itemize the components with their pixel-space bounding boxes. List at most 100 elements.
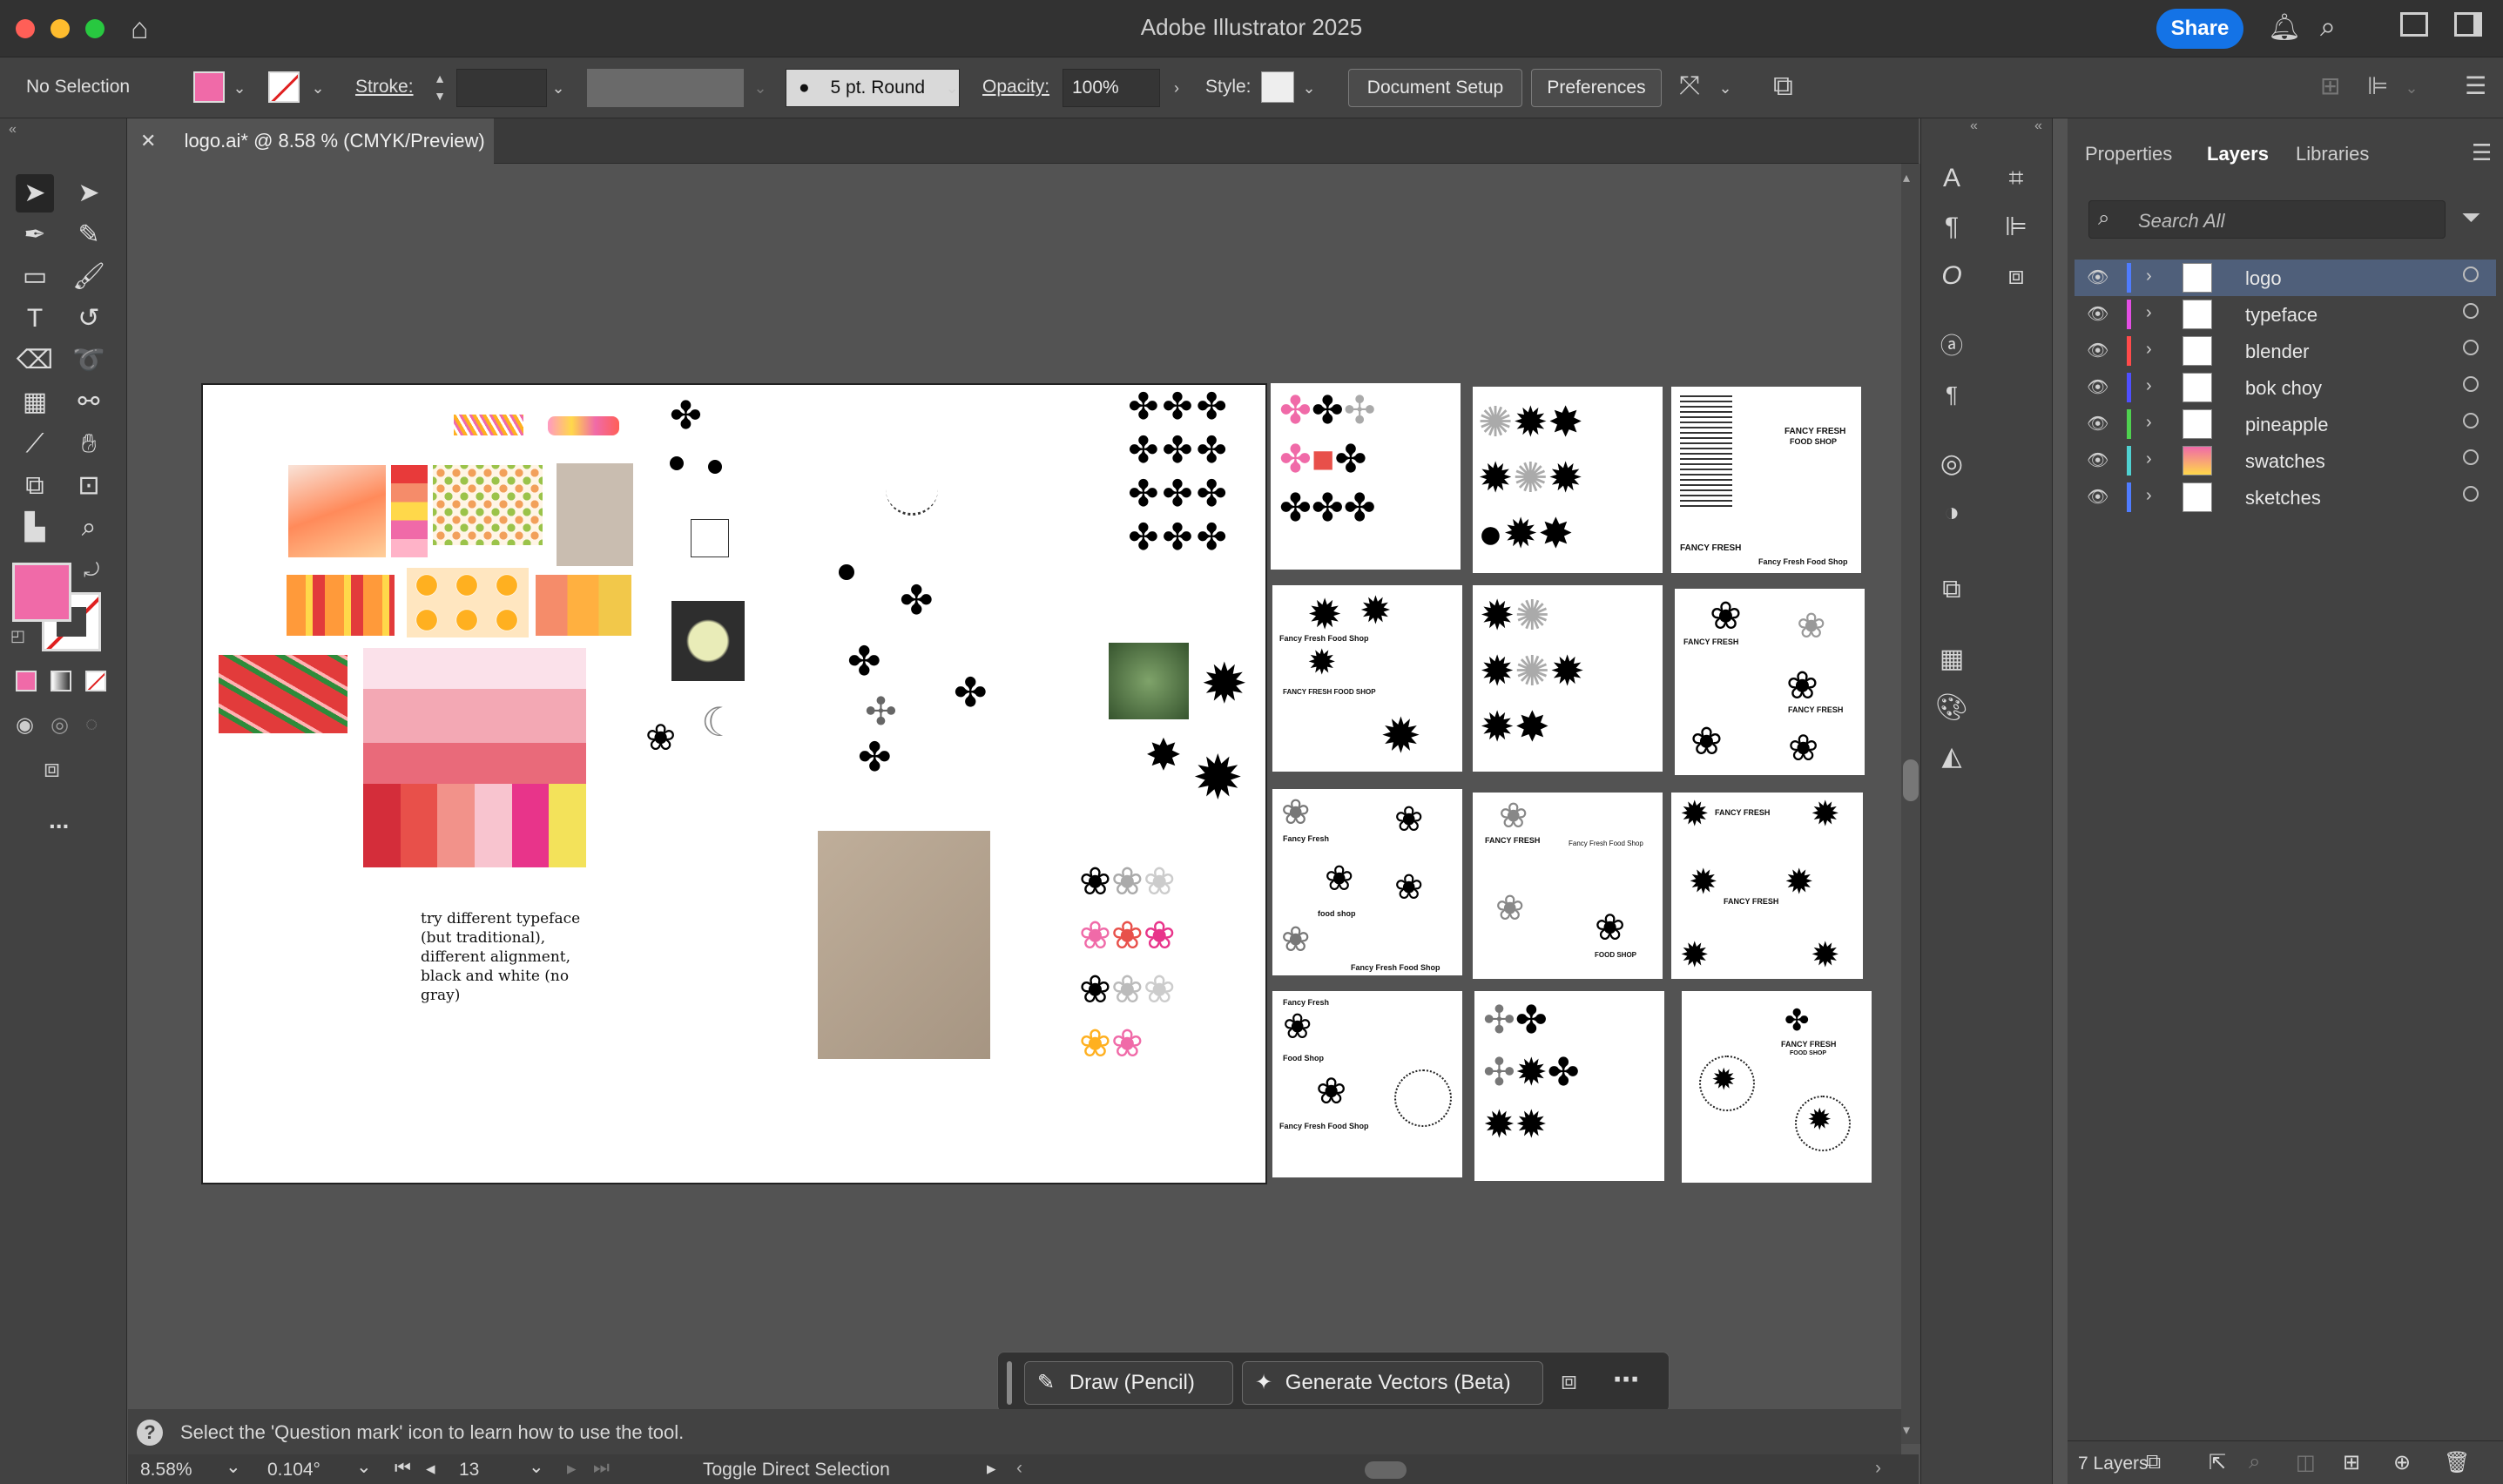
stroke-stepper[interactable]: ▲ ▼ [430, 70, 449, 106]
layer-row-logo[interactable]: 👁︎ › logo [2075, 260, 2496, 296]
artboard-logo-2[interactable]: ✺✹✸ ✹✺✹ ●✹✸ [1473, 387, 1663, 573]
preferences-button[interactable]: Preferences [1531, 69, 1662, 107]
gradient-tool-icon[interactable]: ▦ [16, 383, 54, 422]
stroke-none-swatch[interactable] [268, 71, 300, 103]
screen-mode-icon[interactable]: ⧈ [44, 754, 60, 784]
transform-icon[interactable]: ⤧ [1679, 71, 1700, 101]
draw-behind-icon[interactable]: ◎ [51, 712, 69, 738]
symbols-icon[interactable]: ◑ [1930, 491, 1973, 535]
artboard-logo-3[interactable]: FANCY FRESH FOOD SHOP FANCY FRESH Fancy … [1671, 387, 1861, 573]
opacity-label[interactable]: Opacity: [982, 77, 1049, 98]
expand-arrow-icon[interactable]: › [2146, 376, 2152, 396]
direct-selection-tool-icon[interactable]: ➤ [70, 174, 108, 212]
chevron-right-icon[interactable]: › [1165, 73, 1188, 103]
style-swatch[interactable] [1261, 71, 1294, 103]
graph-tool-icon[interactable]: ▙ [16, 509, 54, 547]
layer-row-sketches[interactable]: 👁︎ › sketches [2075, 479, 2496, 516]
search-icon[interactable]: ⌕ [2320, 10, 2336, 44]
moodboard-artboard[interactable]: try different typeface (but traditional)… [201, 383, 1267, 1184]
expand-arrow-icon[interactable]: › [2146, 413, 2152, 433]
gradient-panel-icon[interactable]: ◭ [1930, 735, 1973, 779]
recolor-icon[interactable]: ⧉ [1773, 70, 1793, 103]
pen-tool-icon[interactable]: ✒ [16, 216, 54, 254]
target-circle-icon[interactable] [2463, 266, 2479, 282]
layer-row-pineapple[interactable]: 👁︎ › pineapple [2075, 406, 2496, 442]
stroke-label[interactable]: Stroke: [355, 77, 414, 98]
lasso-tool-icon[interactable]: ➰ [70, 341, 108, 380]
close-tab-icon[interactable]: ✕ [140, 130, 156, 152]
scroll-left-icon[interactable]: ‹ [1016, 1458, 1022, 1479]
artboard-logo-11[interactable]: ✣✤ ✣✹✤ ✹✹ [1474, 991, 1664, 1181]
target-circle-icon[interactable] [2463, 376, 2479, 392]
zoom-tool-icon[interactable]: ⌕ [70, 509, 108, 547]
artboard-number-field[interactable]: 13 [459, 1460, 520, 1482]
more-options-icon[interactable]: ⋯ [1613, 1365, 1639, 1395]
scroll-down-icon[interactable]: ▾ [1903, 1421, 1910, 1439]
layer-row-swatches[interactable]: 👁︎ › swatches [2075, 442, 2496, 479]
artboard-logo-7[interactable]: ❀ Fancy Fresh ❀ ❀ food shop ❀ ❀ Fancy Fr… [1272, 789, 1462, 975]
target-circle-icon[interactable] [2463, 303, 2479, 319]
chevron-down-icon[interactable]: ⌄ [356, 1456, 372, 1478]
artboard-logo-8[interactable]: ❀ FANCY FRESH Fancy Fresh Food Shop ❀ ❀ … [1473, 793, 1663, 979]
color-mode-button[interactable] [16, 671, 37, 691]
question-mark-icon[interactable]: ? [137, 1420, 163, 1446]
visibility-eye-icon[interactable]: 👁︎ [2087, 266, 2108, 288]
tab-libraries[interactable]: Libraries [2296, 143, 2369, 165]
collapse-strip-icon[interactable]: « [1970, 118, 1978, 134]
chevron-down-icon[interactable]: ⌄ [941, 73, 963, 103]
visibility-eye-icon[interactable]: 👁︎ [2087, 486, 2108, 508]
clipping-mask-icon[interactable]: ◫ [2296, 1450, 2316, 1475]
layer-row-typeface[interactable]: 👁︎ › typeface [2075, 296, 2496, 333]
chevron-down-icon[interactable]: ⌄ [547, 73, 570, 103]
swatches-icon[interactable]: ▦ [1930, 637, 1973, 681]
expand-arrow-icon[interactable]: › [2146, 266, 2152, 287]
expand-arrow-icon[interactable]: › [2146, 486, 2152, 506]
eraser-tool-icon[interactable]: ⌫ [16, 341, 54, 380]
paragraph-icon[interactable]: ¶ [1930, 206, 1973, 249]
paintbrush-tool-icon[interactable]: 🖌︎ [70, 258, 108, 296]
target-circle-icon[interactable] [2463, 413, 2479, 428]
chevron-down-icon[interactable]: ⌄ [228, 73, 251, 103]
delete-layer-icon[interactable]: 🗑︎ [2444, 1450, 2470, 1475]
draw-normal-icon[interactable]: ◉ [16, 712, 34, 738]
tab-layers[interactable]: Layers [2207, 143, 2269, 165]
color-guide-icon[interactable]: 🎨︎ [1930, 686, 1973, 730]
new-sublayer-icon[interactable]: ⊞ [2343, 1450, 2360, 1475]
status-menu-icon[interactable]: ▸ [987, 1458, 996, 1480]
visibility-eye-icon[interactable]: 👁︎ [2087, 340, 2108, 361]
artboard-logo-9[interactable]: ✹ FANCY FRESH ✹ ✹ ✹ FANCY FRESH ✹ ✹ [1671, 793, 1863, 979]
collapse-strip-icon[interactable]: « [2034, 118, 2042, 134]
scroll-right-icon[interactable]: › [1875, 1458, 1881, 1479]
next-artboard-icon[interactable]: ▸ [567, 1458, 577, 1480]
puppet-warp-tool-icon[interactable]: ✋︎ [70, 425, 108, 463]
artboard-logo-4[interactable]: ✹ ✹ Fancy Fresh Food Shop ✹ FANCY FRESH … [1272, 585, 1462, 772]
artboard-logo-5[interactable]: ✹✺ ✹✺✹ ✹✸ [1473, 585, 1663, 772]
vertical-scrollbar[interactable]: ▴ ▾ [1901, 164, 1920, 1444]
align-panel-icon[interactable]: ⊫ [1994, 206, 2038, 249]
character-icon[interactable]: A [1930, 157, 1973, 200]
workspace-switcher-icon[interactable] [2454, 12, 2482, 37]
selection-tool-icon[interactable]: ➤ [16, 174, 54, 212]
notifications-icon[interactable]: 🔔︎ [2268, 12, 2301, 43]
panel-menu-icon[interactable]: ☰ [2465, 71, 2486, 100]
artboards-panel-icon[interactable]: ⧈ [1994, 254, 2038, 298]
default-fill-stroke-icon[interactable]: ◰ [10, 627, 25, 645]
horizontal-scrollbar[interactable]: ‹ › [1016, 1458, 1887, 1481]
swap-fill-stroke-icon[interactable]: ⤾ [84, 559, 99, 582]
chevron-down-icon[interactable]: ⌄ [1714, 73, 1737, 103]
chevron-down-icon[interactable]: ⌄ [529, 1456, 544, 1478]
artboard-logo-12[interactable]: ✤ FANCY FRESH FOOD SHOP ✹ ✹ [1682, 991, 1872, 1183]
expand-arrow-icon[interactable]: › [2146, 303, 2152, 323]
align-icon[interactable]: ⊞ [2320, 71, 2340, 100]
target-circle-icon[interactable] [2463, 449, 2479, 465]
distribute-icon[interactable]: ⊫ [2367, 71, 2388, 100]
chevron-down-icon[interactable]: ⌄ [307, 73, 329, 103]
document-tab[interactable]: ✕ logo.ai* @ 8.58 % (CMYK/Preview) [128, 118, 494, 164]
eyedropper-tool-icon[interactable]: ⟋ [16, 425, 54, 463]
paragraph-styles-icon[interactable]: ¶ [1930, 373, 1973, 416]
rotate-tool-icon[interactable]: ↺ [70, 300, 108, 338]
scroll-thumb[interactable] [1903, 759, 1919, 801]
rotation-field[interactable]: 0.104° [267, 1460, 320, 1481]
curvature-tool-icon[interactable]: ✎ [70, 216, 108, 254]
fill-swatch[interactable] [193, 71, 225, 103]
